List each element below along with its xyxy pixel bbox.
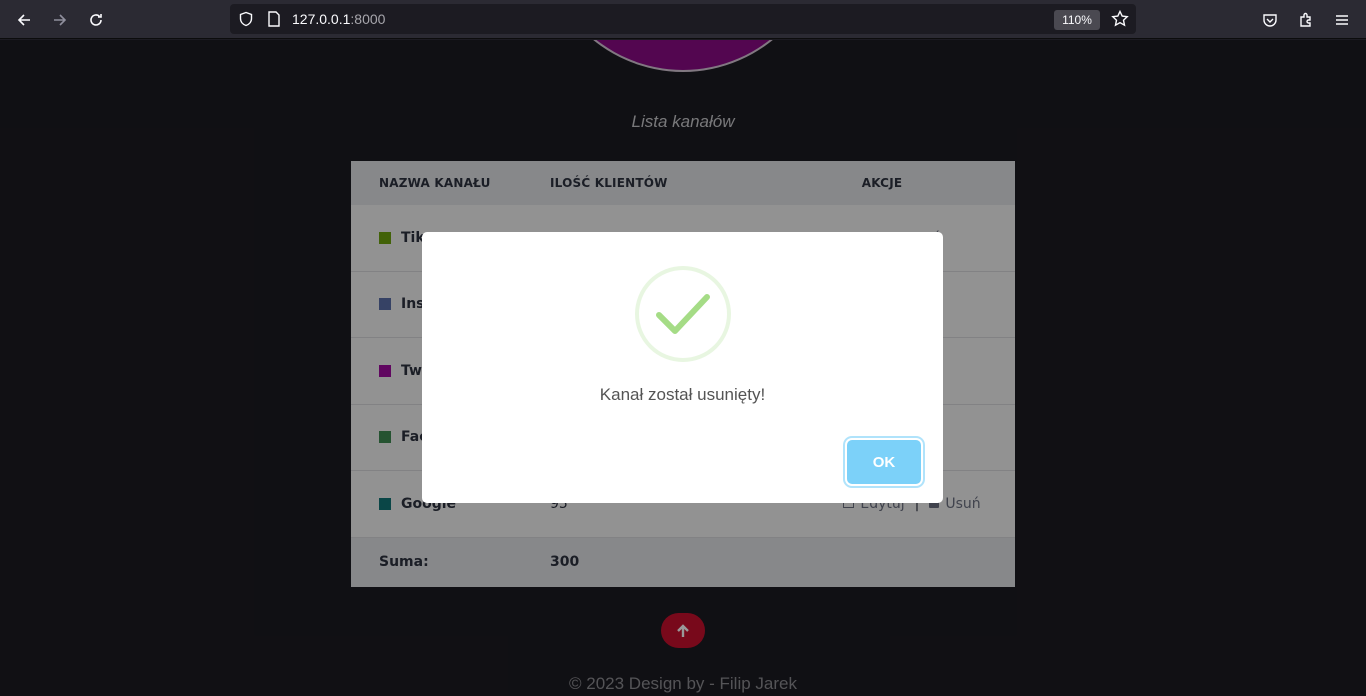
reload-button[interactable] [84, 8, 108, 32]
pocket-icon [1263, 14, 1277, 27]
success-check-icon [635, 266, 731, 362]
dialog-message: Kanał został usunięty! [599, 385, 766, 404]
browser-toolbar: 127.0.0.1:8000 110% [0, 0, 1366, 39]
ok-button[interactable]: OK [847, 440, 921, 484]
url-host: 127.0.0.1 [292, 11, 351, 27]
arrow-left-icon [17, 14, 30, 26]
menu-button[interactable] [1330, 8, 1354, 32]
hamburger-menu-icon [1336, 15, 1348, 25]
puzzle-icon [1300, 12, 1311, 27]
pocket-button[interactable] [1258, 8, 1282, 32]
forward-button[interactable] [48, 8, 72, 32]
zoom-level[interactable]: 110% [1054, 10, 1100, 30]
page-icon [268, 11, 280, 27]
shield-icon [239, 11, 253, 27]
back-button[interactable] [12, 8, 36, 32]
arrow-right-icon [54, 14, 67, 26]
url-text: 127.0.0.1:8000 [292, 11, 385, 27]
bookmark-star-icon[interactable] [1111, 10, 1129, 28]
url-bar[interactable]: 127.0.0.1:8000 110% [230, 4, 1136, 34]
reload-icon [90, 14, 102, 26]
extensions-button[interactable] [1294, 8, 1318, 32]
success-dialog: Kanał został usunięty! OK [422, 232, 943, 503]
url-port: :8000 [350, 11, 386, 27]
